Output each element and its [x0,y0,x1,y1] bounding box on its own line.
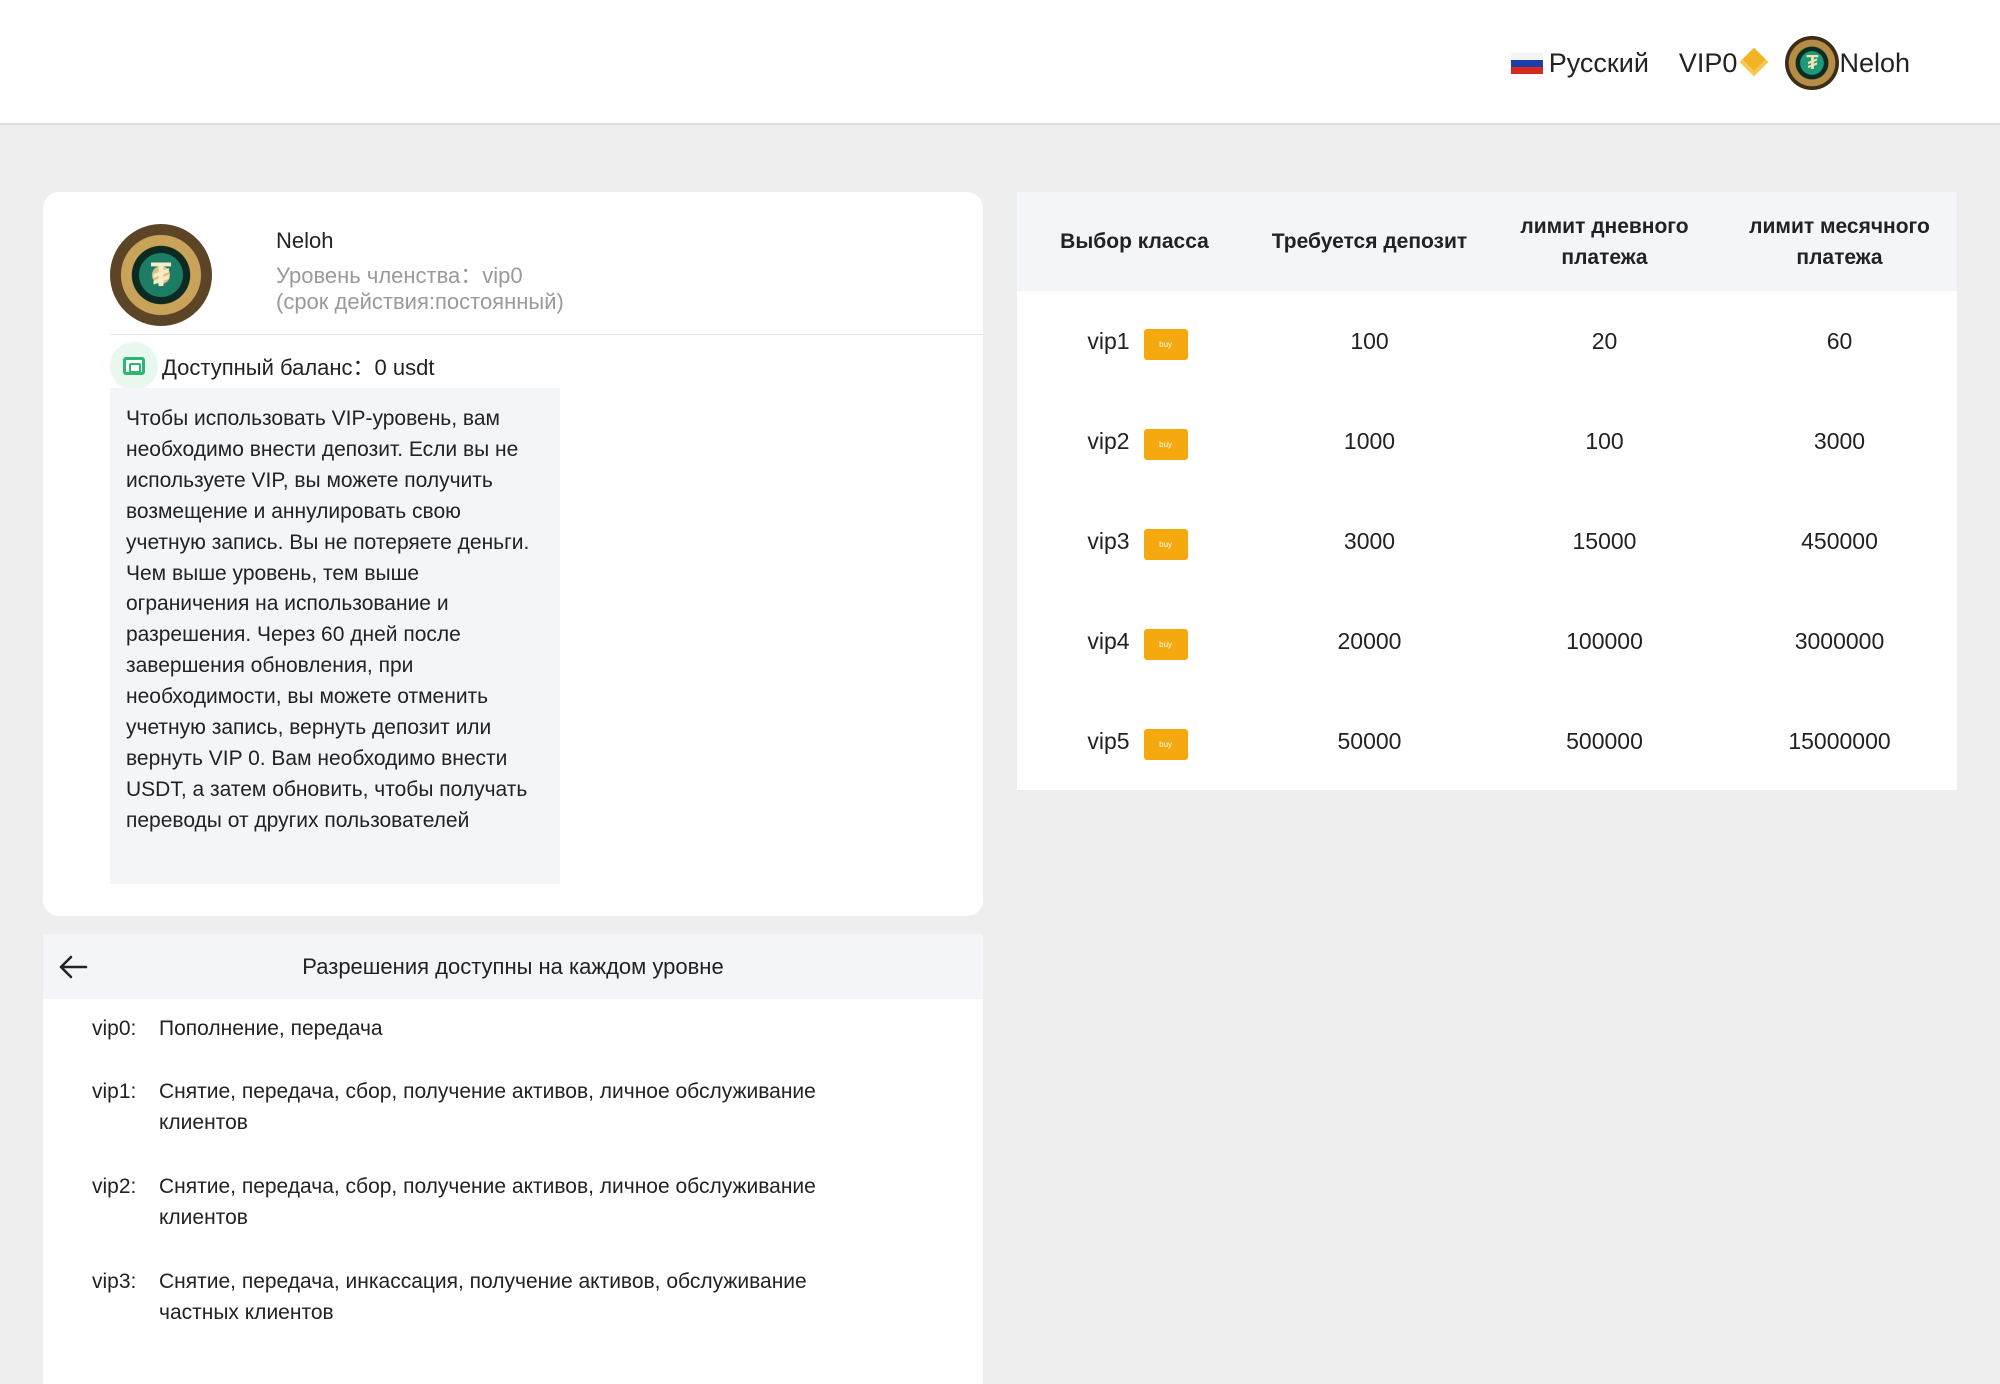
daily-limit-cell: 15000 [1572,527,1637,554]
monthly-limit-cell: 3000 [1813,427,1866,454]
column-header-monthly-limit: лимит месячного платежа [1749,214,1930,269]
monthly-limit-cell: 450000 [1801,527,1878,554]
vip-cell: vip3 buy [1017,523,1252,560]
buy-button[interactable]: buy [1143,628,1188,660]
profile-card: ₮ Neloh Уровень членства：vip0 (срок дейс… [43,192,983,916]
permissions-list: vip0: Пополнение, передача vip1: Снятие,… [43,999,983,1328]
membership-term: (срок действия:постоянный) [276,289,564,314]
back-arrow-icon[interactable] [56,950,90,984]
deposit-cell: 3000 [1343,527,1396,554]
permissions-header: Разрешения доступны на каждом уровне [43,934,983,999]
monthly-limit-cell: 3000000 [1794,627,1885,654]
permissions-title: Разрешения доступны на каждом уровне [302,953,724,979]
language-selector[interactable]: Русский [1510,47,1649,79]
header-actions: Русский VIP0 ₮ Neloh [1510,32,1910,94]
column-header-class: Выбор класса [1060,230,1209,253]
table-header: Выбор класса Требуется депозит лимит дне… [1017,192,1957,291]
divider [110,334,983,335]
buy-button[interactable]: buy [1143,428,1188,460]
buy-button[interactable]: buy [1143,528,1188,560]
table-row: vip4 buy 20000 100000 3000000 [1017,591,1957,691]
username: Neloh [1839,47,1910,78]
vip-cell: vip4 buy [1017,623,1252,660]
deposit-cell: 1000 [1343,427,1396,454]
daily-limit-cell: 100000 [1566,627,1643,654]
buy-button[interactable]: buy [1143,728,1188,760]
column-header-deposit: Требуется депозит [1271,230,1468,253]
membership-level: Уровень членства：vip0 [276,263,523,288]
table-row: vip2 buy 1000 100 3000 [1017,391,1957,491]
balance-row: Доступный баланс：0 usdt [110,342,434,390]
table-row: vip5 buy 50000 500000 15000000 [1017,691,1957,791]
top-header: Русский VIP0 ₮ Neloh [0,0,2000,125]
table-row: vip1 buy 100 20 60 [1017,291,1957,391]
language-label: Русский [1548,47,1649,78]
vip-cell: vip1 buy [1017,323,1252,360]
column-header-daily-limit: лимит дневного платежа [1520,214,1689,269]
list-item: vip0: Пополнение, передача [92,1017,383,1040]
buy-button[interactable]: buy [1143,328,1188,360]
monthly-limit-cell: 15000000 [1788,727,1891,754]
deposit-cell: 50000 [1337,727,1402,754]
deposit-cell: 100 [1350,327,1389,354]
vip-notice: Чтобы использовать VIP-уровень, вам необ… [110,388,560,884]
wallet-icon [110,342,158,390]
vip-cell: vip5 buy [1017,723,1252,760]
daily-limit-cell: 500000 [1566,727,1643,754]
deposit-cell: 20000 [1337,627,1402,654]
list-item: vip1: Снятие, передача, сбор, получение … [92,1080,816,1134]
permissions-card: Разрешения доступны на каждом уровне vip… [43,934,983,1384]
russia-flag-icon [1510,52,1543,74]
balance-text: Доступный баланс：0 usdt [162,355,435,380]
profile-avatar: ₮ [110,224,212,326]
avatar: ₮ [1785,36,1840,90]
table-row: vip3 buy 3000 15000 450000 [1017,491,1957,591]
list-item: vip3: Снятие, передача, инкассация, полу… [92,1270,807,1324]
profile-name: Neloh [276,228,334,253]
vip-cell: vip2 buy [1017,423,1252,460]
vip-level-label: VIP0 [1678,47,1738,78]
daily-limit-cell: 20 [1591,327,1618,354]
daily-limit-cell: 100 [1585,427,1624,454]
vip-table: Выбор класса Требуется депозит лимит дне… [1017,192,1957,790]
diamond-icon [1740,47,1769,77]
vip-level-badge[interactable]: VIP0 [1678,47,1769,79]
user-menu[interactable]: ₮ Neloh [1785,36,1910,90]
monthly-limit-cell: 60 [1826,327,1853,354]
list-item: vip2: Снятие, передача, сбор, получение … [92,1175,816,1229]
